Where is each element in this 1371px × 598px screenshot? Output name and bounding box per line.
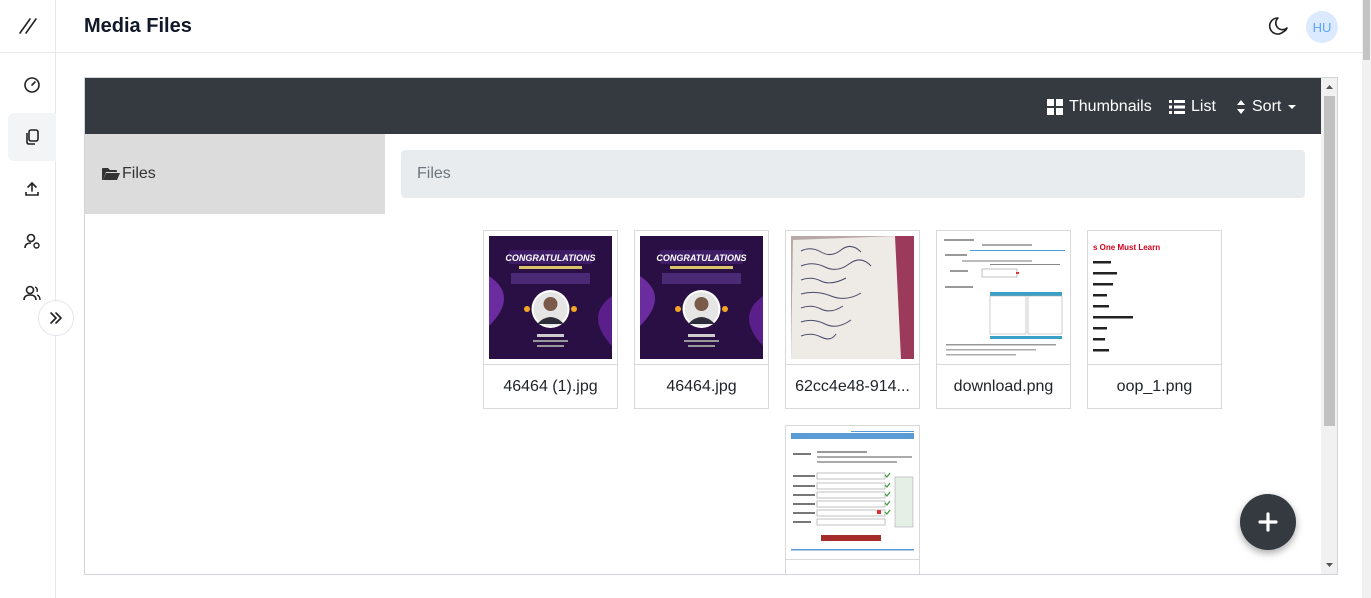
files-icon	[26, 129, 39, 145]
sidebar-item-upload[interactable]	[8, 165, 56, 213]
file-item[interactable]: download.png	[936, 230, 1071, 409]
scroll-down-arrow-icon[interactable]	[1321, 558, 1338, 572]
file-item[interactable]	[785, 425, 920, 574]
plus-icon	[1258, 512, 1278, 532]
grid-icon	[1047, 99, 1063, 115]
sidebar	[0, 0, 56, 598]
breadcrumb: Files	[401, 150, 1305, 198]
sidebar-item-dashboard[interactable]	[8, 61, 56, 109]
file-name: 46464.jpg	[666, 378, 737, 395]
certificate-image: CONGRATULATIONS	[640, 236, 763, 359]
file-thumbnail: CONGRATULATIONS	[640, 236, 763, 359]
file-manager-scrollbar[interactable]	[1321, 78, 1338, 574]
page-title: Media Files	[84, 15, 192, 37]
thumbnails-label: Thumbnails	[1069, 98, 1152, 115]
double-chevron-right-icon	[50, 312, 62, 324]
svg-text:CONGRATULATIONS: CONGRATULATIONS	[505, 253, 595, 263]
folder-tree-root[interactable]: Files	[85, 134, 385, 214]
form-screenshot-image	[942, 236, 1065, 359]
svg-text:s One Must Learn: s One Must Learn	[1093, 243, 1160, 252]
sidebar-item-user[interactable]	[8, 217, 56, 265]
caret-down-icon	[1288, 105, 1297, 109]
scroll-up-arrow-icon[interactable]	[1321, 80, 1338, 94]
folder-open-icon	[102, 168, 120, 180]
file-name: 46464 (1).jpg	[503, 378, 598, 395]
avatar[interactable]: HU	[1306, 11, 1338, 43]
svg-text:CONGRATULATIONS: CONGRATULATIONS	[656, 253, 746, 263]
file-name: 62cc4e48-914...	[795, 378, 910, 395]
breadcrumb-item[interactable]: Files	[417, 165, 451, 183]
page-scrollbar-thumb[interactable]	[1363, 0, 1370, 60]
file-thumbnail	[791, 431, 914, 554]
upload-icon	[25, 181, 39, 196]
sort-label: Sort	[1252, 98, 1282, 115]
file-thumbnail	[942, 236, 1065, 359]
registration-form-image	[791, 431, 914, 554]
handwritten-note-image	[791, 236, 914, 359]
list-icon	[1169, 100, 1185, 114]
file-name: download.png	[953, 378, 1054, 395]
dashboard-icon	[24, 77, 40, 93]
file-name	[786, 560, 919, 574]
file-item[interactable]: CONGRATULATIONS 46464.jpg	[634, 230, 769, 409]
list-label: List	[1191, 98, 1216, 115]
file-thumbnail	[791, 236, 914, 359]
sidebar-item-files[interactable]	[8, 113, 56, 161]
thumbnails-view-button[interactable]: Thumbnails	[1047, 96, 1152, 118]
moon-icon	[1268, 17, 1288, 35]
sidebar-expand-button[interactable]	[38, 300, 74, 336]
folder-tree-label: Files	[122, 165, 156, 182]
add-file-button[interactable]	[1240, 494, 1296, 550]
file-thumbnail: CONGRATULATIONS	[489, 236, 612, 359]
file-manager-scrollbar-thumb[interactable]	[1324, 96, 1335, 426]
file-manager: Thumbnails List Sort Files Files CONGRAT…	[84, 77, 1338, 575]
file-item[interactable]: CONGRATULATIONS 46464 (1).jpg	[483, 230, 618, 409]
menu-toggle[interactable]	[0, 0, 56, 53]
sort-icon	[1237, 100, 1245, 114]
certificate-image: CONGRATULATIONS	[489, 236, 612, 359]
theme-toggle-button[interactable]	[1268, 15, 1290, 37]
user-icon	[24, 233, 40, 249]
file-thumbnail: s One Must Learn	[1093, 236, 1216, 359]
users-icon	[23, 285, 41, 301]
file-manager-toolbar: Thumbnails List Sort	[85, 78, 1337, 134]
file-item[interactable]: 62cc4e48-914...	[785, 230, 920, 409]
sort-dropdown-button[interactable]: Sort	[1236, 96, 1297, 118]
file-name: oop_1.png	[1116, 378, 1193, 395]
slide-image: s One Must Learn	[1093, 236, 1216, 359]
double-slash-icon	[19, 18, 37, 34]
page-scrollbar[interactable]	[1362, 0, 1371, 598]
file-item[interactable]: s One Must Learn oop_1.png	[1087, 230, 1222, 409]
list-view-button[interactable]: List	[1169, 96, 1216, 118]
top-bar: Media Files HU	[56, 0, 1371, 53]
